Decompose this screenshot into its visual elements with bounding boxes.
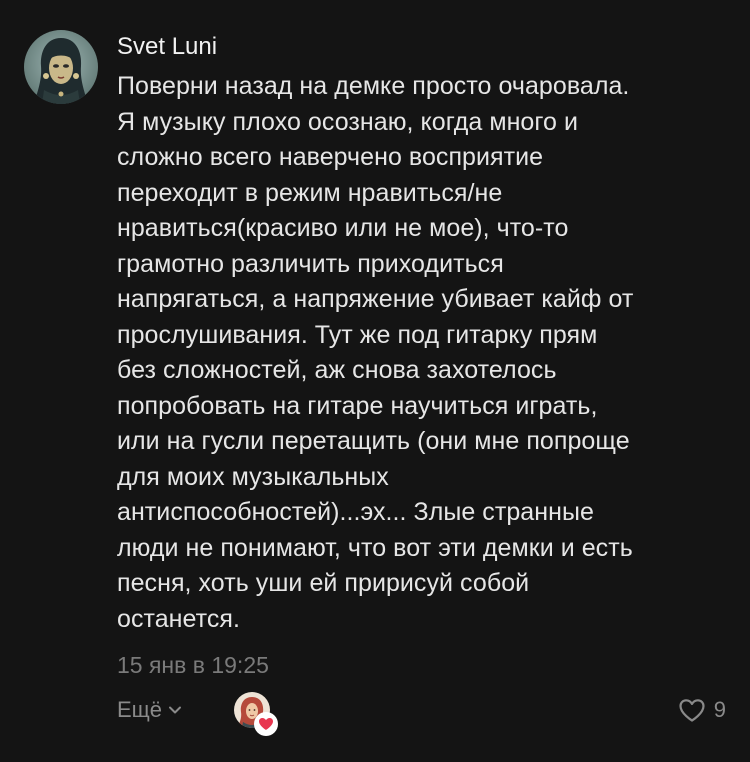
author-avatar[interactable] [24,30,98,104]
avatar-image [24,30,98,104]
more-label: Ещё [117,697,163,722]
comment-author[interactable]: Svet Luni [117,33,217,61]
like-button[interactable]: 9 [678,697,726,723]
heart-filled-icon [254,712,278,736]
comment-line: останется. [117,604,241,633]
comment-line: песня, хоть уши ей пририсуй собой [117,569,530,597]
comment-line: без сложностей, аж снова захотелось [117,356,557,384]
like-count: 9 [713,697,726,722]
comment-line: Поверни назад на демке просто очаровала. [117,72,630,100]
heart-outline-icon [679,698,705,722]
comment-text: Поверни назад на демке просто очаровала.… [117,69,732,637]
comment-line: нравиться(красиво или не мое), что-то [117,214,569,242]
comment-line: переходит в режим нравиться/не [117,178,503,207]
comment-line: сложно всего наверчено восприятие [117,143,544,171]
comment-line: люди не понимают, что вот эти демки и ес… [117,533,633,562]
comment-line: Я музыку плохо осознаю, когда много и [117,107,578,136]
comment-line: попробовать на гитаре научиться играть, [117,391,598,420]
chevron-down-icon [169,706,182,714]
comment-timestamp[interactable]: 15 янв в 19:25 [117,652,269,679]
comment-line: или на гусли перетащить (они мне попроще [117,427,630,455]
comment-line: напрягаться, а напряжение убивает кайф о… [117,285,634,313]
more-button[interactable]: Ещё [117,697,182,723]
comment-line: грамотно различить приходиться [117,249,504,278]
reaction-summary[interactable] [234,692,278,736]
comment-line: для моих музыкальных [117,462,389,491]
comment-line: прослушивания. Тут же под гитарку прям [117,320,598,349]
comment-line: антиспособностей)...эх... Злые странные [117,498,594,526]
